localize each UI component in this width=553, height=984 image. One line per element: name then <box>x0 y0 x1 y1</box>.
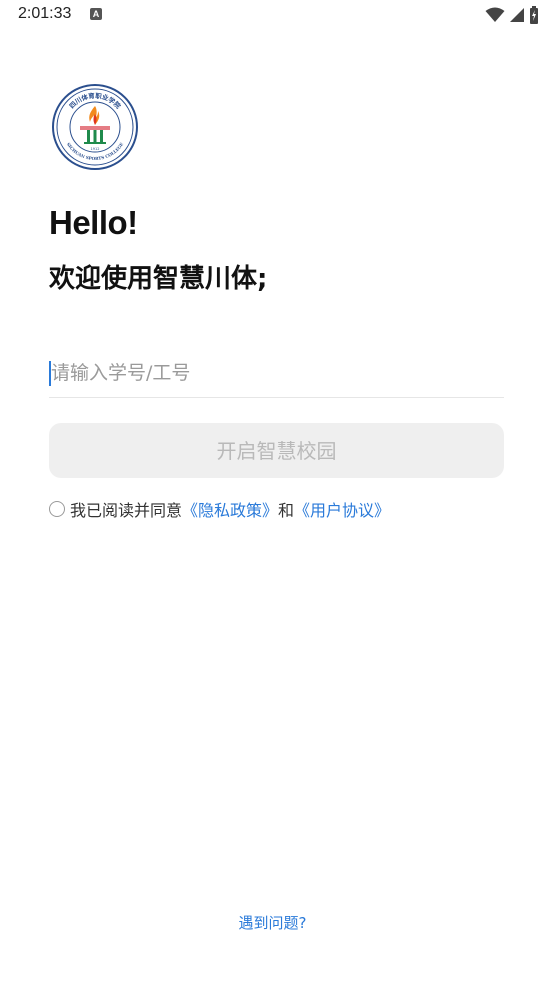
wifi-icon <box>485 7 505 22</box>
agreement-radio[interactable] <box>49 501 65 517</box>
welcome-heading: 欢迎使用智慧川体; <box>49 264 268 294</box>
agreement-conjunction: 和 <box>278 501 295 520</box>
signal-icon <box>510 8 524 22</box>
status-bar: 2:01:33 A <box>0 0 553 30</box>
notification-icon: A <box>90 8 102 20</box>
status-indicators <box>485 5 539 25</box>
logo-year: 1912 <box>91 147 100 151</box>
id-input-container <box>49 352 504 398</box>
status-time: 2:01:33 <box>18 5 72 22</box>
battery-icon <box>530 6 538 24</box>
college-logo: 四川体育职业学院 SICHUAN SPORTS COLLEGE 1912 <box>52 84 138 170</box>
text-cursor <box>49 361 51 386</box>
student-id-input[interactable] <box>49 352 504 394</box>
help-link[interactable]: 遇到问题? <box>0 912 545 933</box>
open-campus-button[interactable]: 开启智慧校园 <box>49 423 504 478</box>
agreement-row: 我已阅读并同意 《隐私政策》 和 《用户协议》 <box>49 498 390 520</box>
hello-heading: Hello! <box>49 204 138 241</box>
agreement-prefix: 我已阅读并同意 <box>70 501 183 520</box>
user-agreement-link[interactable]: 《用户协议》 <box>294 497 390 521</box>
privacy-policy-link[interactable]: 《隐私政策》 <box>182 497 278 521</box>
